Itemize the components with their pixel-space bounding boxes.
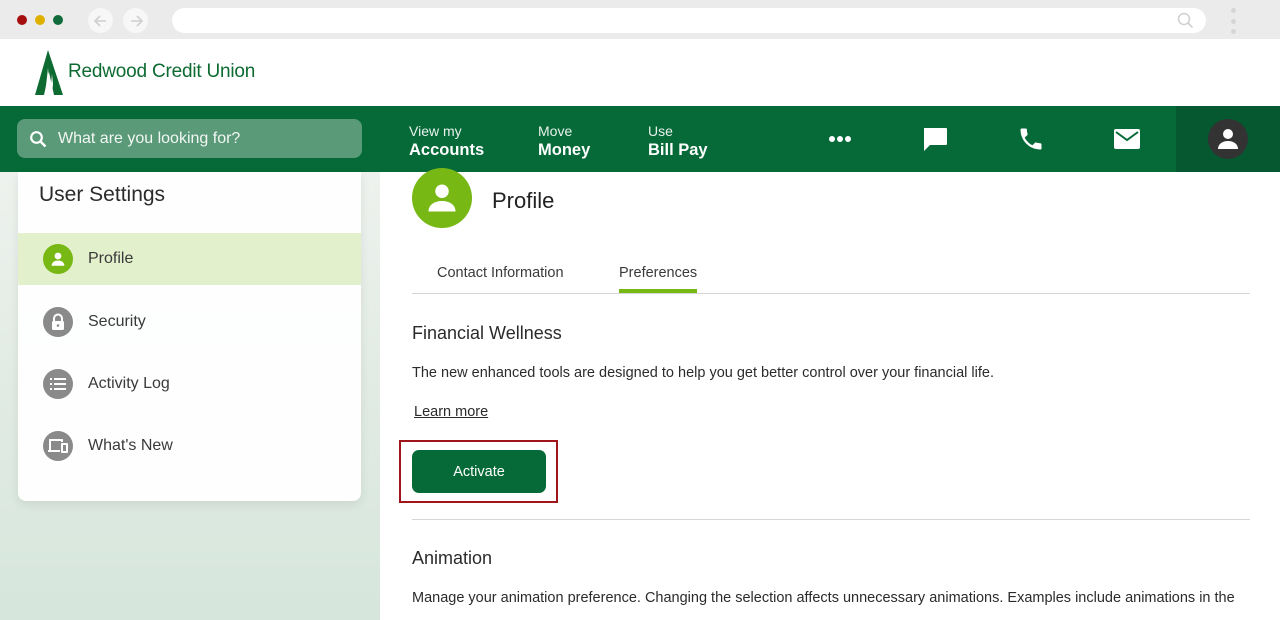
logo-text[interactable]: Redwood Credit Union (68, 61, 255, 83)
arrow-right-icon (130, 14, 143, 27)
search-icon (1177, 12, 1194, 29)
sidebar-item-security[interactable]: Security (18, 296, 361, 348)
browser-chrome (0, 0, 1280, 39)
more-button[interactable] (825, 124, 855, 154)
nav-link-accounts[interactable]: View my Accounts (409, 123, 484, 161)
nav-link-move-money-small: Move (538, 123, 573, 139)
mail-button[interactable] (1112, 124, 1142, 154)
search-placeholder: What are you looking for? (58, 129, 241, 147)
nav-link-move-money-big: Money (538, 141, 591, 159)
more-icon (829, 136, 851, 142)
financial-wellness-description: The new enhanced tools are designed to h… (412, 365, 994, 381)
tab-preferences[interactable]: Preferences (619, 265, 698, 293)
mail-icon (1114, 129, 1140, 149)
profile-avatar (412, 168, 472, 228)
phone-icon (1020, 128, 1042, 150)
sidebar-item-label: Security (88, 313, 146, 330)
nav-link-accounts-big: Accounts (409, 141, 485, 159)
nav-link-bill-pay-small: Use (648, 123, 673, 139)
page-title: Profile (492, 188, 555, 213)
sidebar-item-label: Profile (88, 250, 134, 267)
nav-link-move-money[interactable]: Move Money (538, 123, 590, 161)
profile-content: Profile Contact Information Preferences … (380, 168, 1280, 620)
avatar[interactable] (1208, 119, 1248, 159)
sidebar-item-profile[interactable]: Profile (18, 233, 361, 285)
sidebar-item-label: What's New (88, 437, 173, 454)
main-navigation: What are you looking for? View my Accoun… (0, 106, 1280, 172)
chat-icon (924, 128, 947, 151)
phone-button[interactable] (1016, 124, 1046, 154)
site-header: Redwood Credit Union (0, 39, 1280, 106)
nav-link-accounts-small: View my (409, 123, 462, 139)
lock-icon (43, 307, 73, 337)
nav-link-bill-pay[interactable]: Use Bill Pay (648, 123, 708, 161)
forward-button[interactable] (123, 8, 148, 33)
animation-description: Manage your animation preference. Changi… (412, 590, 1235, 606)
search-input[interactable]: What are you looking for? (17, 119, 362, 158)
settings-sidebar: User Settings Profile Security Activity … (0, 172, 380, 620)
address-bar[interactable] (172, 8, 1206, 33)
chat-button[interactable] (920, 124, 950, 154)
minimize-window-dot[interactable] (35, 15, 45, 25)
activate-button[interactable]: Activate (412, 450, 546, 493)
learn-more-link[interactable]: Learn more (414, 404, 488, 420)
browser-menu-icon[interactable] (1229, 8, 1237, 34)
user-menu[interactable] (1176, 106, 1280, 172)
redwood-tree-logo-icon[interactable] (35, 50, 63, 95)
arrow-left-icon (93, 14, 106, 27)
nav-link-bill-pay-big: Bill Pay (648, 141, 708, 159)
sidebar-item-whats-new[interactable]: What's New (18, 420, 361, 472)
profile-tabs: Contact Information Preferences (412, 260, 1250, 294)
search-icon (30, 130, 47, 147)
user-avatar-icon (1218, 129, 1238, 149)
financial-wellness-title: Financial Wellness (412, 323, 562, 343)
sidebar-title: User Settings (39, 183, 166, 206)
sidebar-item-activity-log[interactable]: Activity Log (18, 358, 361, 410)
maximize-window-dot[interactable] (53, 15, 63, 25)
close-window-dot[interactable] (17, 15, 27, 25)
sidebar-item-label: Activity Log (88, 375, 170, 392)
back-button[interactable] (88, 8, 113, 33)
profile-icon (428, 184, 456, 212)
section-divider (412, 519, 1250, 520)
settings-card: User Settings Profile Security Activity … (18, 172, 361, 501)
tab-contact-information[interactable]: Contact Information (437, 265, 564, 289)
list-icon (43, 369, 73, 399)
devices-icon (43, 431, 73, 461)
animation-title: Animation (412, 548, 493, 568)
profile-icon (43, 244, 73, 274)
